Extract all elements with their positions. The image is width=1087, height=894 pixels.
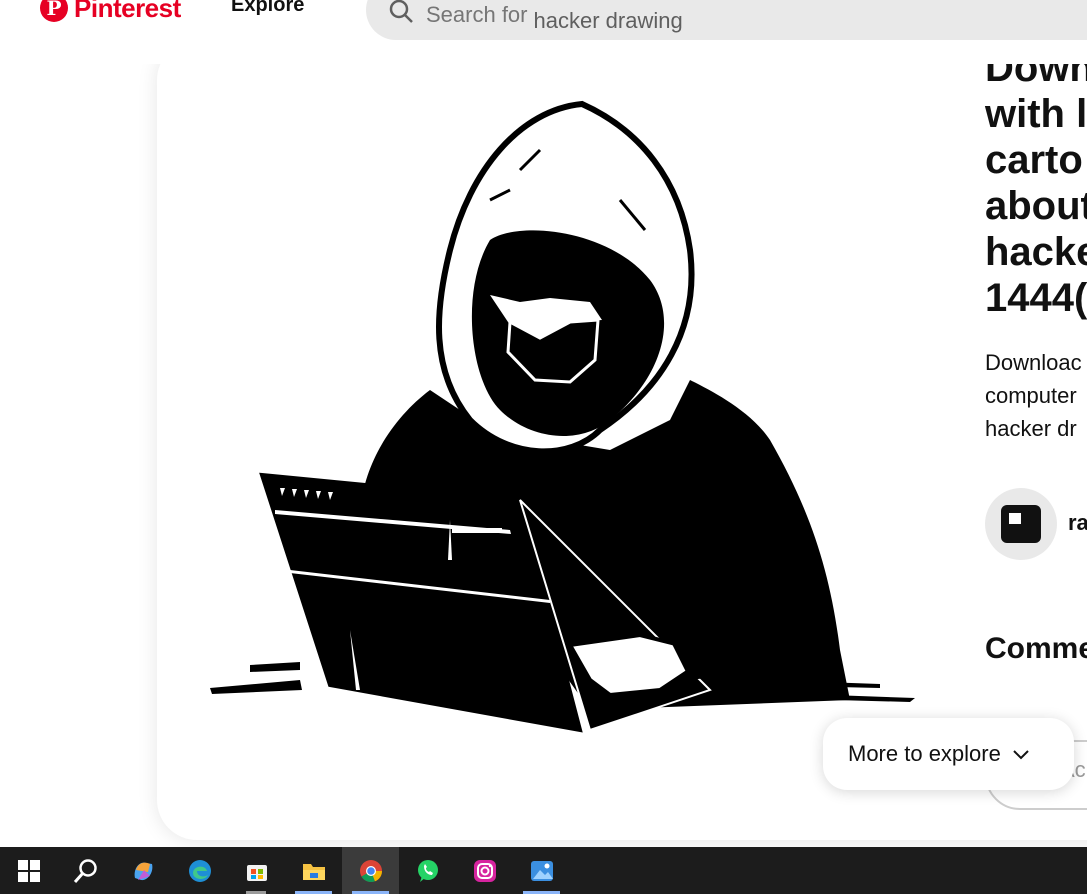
more-to-explore-button[interactable]: More to explore xyxy=(823,718,1074,790)
instagram-icon[interactable] xyxy=(456,847,513,894)
pin-description-line: Downloac xyxy=(985,350,1082,375)
pin-title-line: 1444( xyxy=(985,276,1087,320)
pin-image[interactable] xyxy=(190,90,930,755)
pinterest-pin-page: Down with l carto about hacke 1444( Down… xyxy=(0,0,1087,894)
search-placeholder: Search for xyxy=(426,2,528,27)
pin-description: Downloac computer hacker dr xyxy=(985,346,1087,445)
whatsapp-icon[interactable] xyxy=(399,847,456,894)
pin-description-line: computer xyxy=(985,383,1077,408)
edge-icon[interactable] xyxy=(171,847,228,894)
creator-logo-icon xyxy=(1001,505,1041,543)
pin-description-line: hacker dr xyxy=(985,416,1077,441)
search-icon[interactable] xyxy=(57,847,114,894)
creator-name[interactable]: ra xyxy=(1068,510,1087,536)
more-to-explore-label: More to explore xyxy=(848,741,1001,766)
microsoft-store-icon[interactable] xyxy=(228,847,285,894)
chevron-down-icon xyxy=(1013,750,1029,760)
pinterest-logo-icon: P xyxy=(40,0,68,22)
pin-title-line: with l xyxy=(985,92,1087,136)
copilot-icon[interactable] xyxy=(114,847,171,894)
comments-heading: Comme xyxy=(985,632,1087,665)
chrome-icon[interactable] xyxy=(342,847,399,894)
pin-title-line: hacke xyxy=(985,230,1087,274)
pinterest-logo[interactable]: P Pinterest xyxy=(40,0,181,23)
pinterest-logo-text: Pinterest xyxy=(74,0,181,23)
top-header: P Pinterest Explore Search for hacker dr… xyxy=(0,0,1087,64)
search-value: hacker drawing xyxy=(533,8,683,33)
photos-icon[interactable] xyxy=(513,847,570,894)
windows-start-icon[interactable] xyxy=(0,847,57,894)
pin-title-line: about xyxy=(985,184,1087,228)
nav-explore-link[interactable]: Explore xyxy=(231,0,304,17)
left-gutter xyxy=(0,64,157,846)
search-input[interactable]: Search for hacker drawing xyxy=(366,0,1087,40)
pin-title-line: carto xyxy=(985,138,1083,182)
windows-taskbar xyxy=(0,847,1087,894)
search-icon xyxy=(389,0,413,23)
file-explorer-icon[interactable] xyxy=(285,847,342,894)
creator-avatar[interactable] xyxy=(985,488,1057,560)
pin-title: Down with l carto about hacke 1444( xyxy=(985,45,1087,321)
